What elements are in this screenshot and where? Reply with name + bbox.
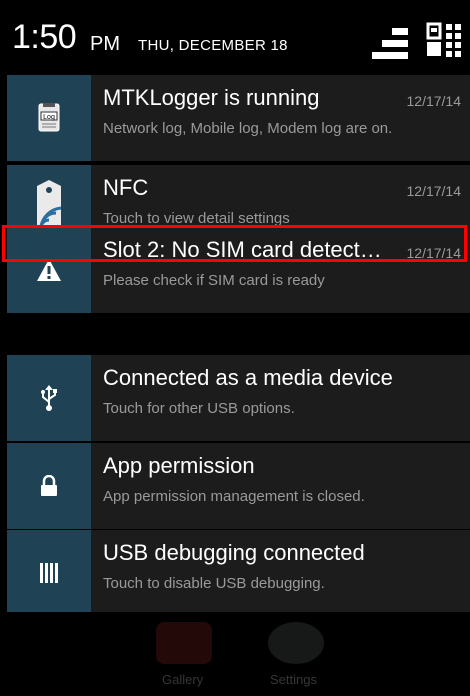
gallery-label: Gallery (162, 672, 204, 687)
notification-time: 12/17/14 (406, 93, 462, 109)
settings-grid-icon[interactable] (426, 20, 462, 62)
notification-subtitle: Please check if SIM card is ready (103, 272, 325, 289)
notification-usb-debugging[interactable]: USB debugging connected Touch to disable… (7, 530, 470, 616)
notification-usb-media[interactable]: Connected as a media device Touch for ot… (7, 355, 470, 441)
notification-subtitle: Touch to disable USB debugging. (103, 575, 325, 592)
notification-mtklogger[interactable]: Log MTKLogger is running Network log, Mo… (7, 75, 470, 161)
clock-ampm: PM (90, 33, 120, 55)
quick-settings-toggle-icon[interactable] (368, 24, 408, 66)
status-bar: 1:50 PM THU, DECEMBER 18 (0, 0, 470, 82)
lock-icon (7, 443, 91, 529)
notification-app-permission[interactable]: App permission App permission management… (7, 443, 470, 529)
notification-title: NFC (103, 175, 149, 200)
usb-icon (7, 355, 91, 441)
notification-title: App permission (103, 453, 255, 478)
svg-text:Log: Log (43, 114, 55, 121)
notification-time: 12/17/14 (406, 183, 462, 199)
highlight-box (2, 225, 467, 262)
gallery-icon (156, 622, 212, 664)
background-homescreen: Gallery Settings (0, 612, 470, 696)
notification-subtitle: Touch for other USB options. (103, 400, 295, 417)
log-icon: Log (7, 75, 91, 161)
notification-title: Connected as a media device (103, 365, 393, 390)
notification-subtitle: Network log, Mobile log, Modem log are o… (103, 120, 393, 137)
notification-title: MTKLogger is running (103, 85, 320, 110)
settings-icon (268, 622, 324, 664)
debug-icon (7, 530, 91, 616)
settings-label: Settings (270, 672, 317, 687)
clock-time: 1:50 (12, 18, 77, 56)
notification-title: USB debugging connected (103, 540, 365, 565)
clock-date: THU, DECEMBER 18 (138, 37, 288, 54)
notification-subtitle: App permission management is closed. (103, 488, 365, 505)
